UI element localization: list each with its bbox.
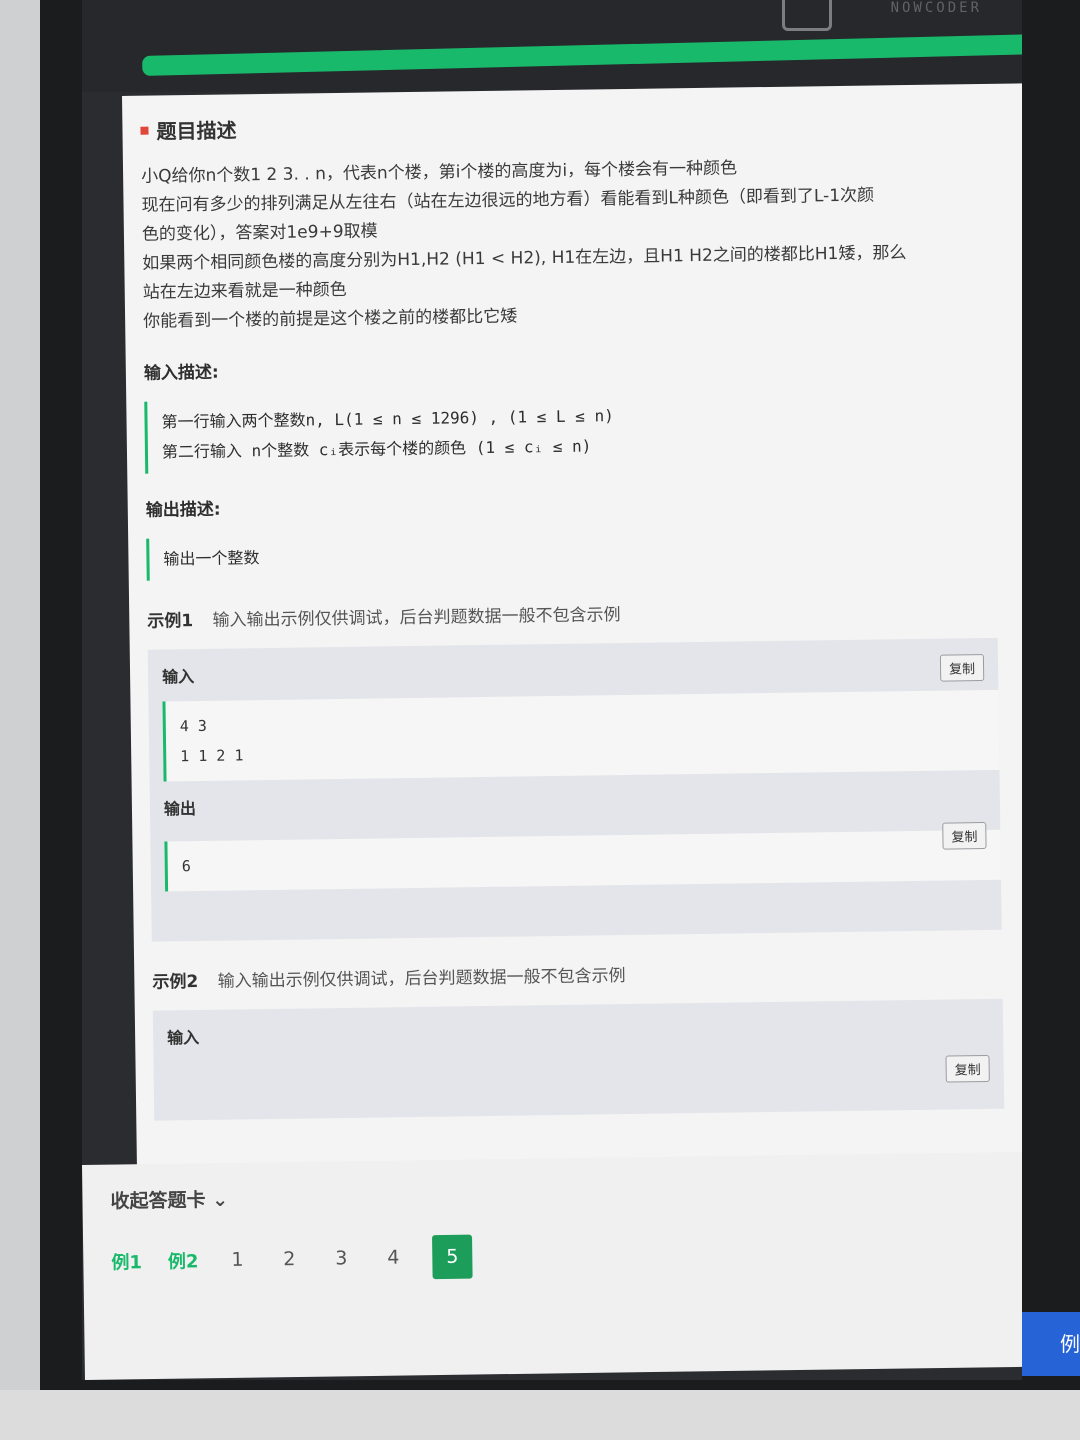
example-2-input-label: 输入 <box>167 1028 200 1048</box>
pager-tab[interactable]: 例2 <box>168 1247 199 1273</box>
section-title: 题目描述 <box>140 103 1020 144</box>
pager-page[interactable]: 4 <box>380 1246 406 1269</box>
side-action-button[interactable]: 例 <box>1022 1312 1080 1376</box>
code-line: 6 <box>181 857 191 876</box>
example-2-header: 示例2 输入输出示例仅供调试，后台判题数据一般不包含示例 <box>152 955 1022 993</box>
pager-page[interactable]: 2 <box>276 1248 302 1270</box>
input-desc: 第一行输入两个整数n, L(1 ≤ n ≤ 1296) , (1 ≤ L ≤ n… <box>144 389 1022 474</box>
background-desk <box>0 1390 1080 1440</box>
example-1-input: 4 3 1 1 2 1 <box>162 689 1000 782</box>
pager-page[interactable]: 1 <box>224 1249 250 1271</box>
answer-card: 收起答题卡 ⌄ 例1 例2 1 2 3 4 5 <box>82 1151 1022 1380</box>
panel-spacer <box>151 880 1002 942</box>
copy-button[interactable]: 复制 <box>945 1054 990 1083</box>
example-1-title: 示例1 <box>147 611 194 632</box>
copy-button[interactable]: 复制 <box>939 654 985 682</box>
example-1-note: 输入输出示例仅供调试，后台判题数据一般不包含示例 <box>212 605 621 631</box>
output-desc-label: 输出描述: <box>145 499 221 521</box>
example-2-title: 示例2 <box>152 972 199 993</box>
input-desc-label: 输入描述: <box>143 362 219 384</box>
logo-icon <box>782 0 832 31</box>
example-1-panel: 输入 复制 4 3 1 1 2 1 输出 复制 6 <box>147 637 1002 942</box>
question-pager: 例1 例2 1 2 3 4 5 <box>111 1234 473 1284</box>
pager-page-active[interactable]: 5 <box>432 1234 473 1280</box>
section-title-text: 题目描述 <box>156 118 237 144</box>
pager-page[interactable]: 3 <box>328 1247 354 1269</box>
problem-content: 题目描述 小Q给你n个数1 2 3. . n，代表n个楼，第i个楼的高度为i，每… <box>140 103 1022 1121</box>
output-desc-line: 输出一个整数 <box>163 548 260 569</box>
problem-description: 小Q给你n个数1 2 3. . n，代表n个楼，第i个楼的高度为i，每个楼会有一… <box>141 150 1022 336</box>
pager-tab[interactable]: 例1 <box>111 1248 142 1274</box>
example-2-panel: 输入 复制 <box>152 998 1005 1121</box>
example-2-note: 输入输出示例仅供调试，后台判题数据一般不包含示例 <box>217 966 626 992</box>
example-1-header: 示例1 输入输出示例仅供调试，后台判题数据一般不包含示例 <box>147 594 1022 632</box>
example-1-output-label: 输出 <box>163 799 197 819</box>
screen: NOWCODER 题目描述 小Q给你n个数1 2 3. . n，代表n个楼，第i… <box>82 0 1022 1380</box>
problem-page: 题目描述 小Q给你n个数1 2 3. . n，代表n个楼，第i个楼的高度为i，每… <box>122 82 1022 1186</box>
title-marker-icon <box>140 126 149 135</box>
site-logo: NOWCODER <box>890 0 982 16</box>
collapse-answer-card-button[interactable]: 收起答题卡 ⌄ <box>110 1185 228 1214</box>
background-wall <box>0 0 40 1440</box>
output-desc: 输出一个整数 <box>146 526 1022 581</box>
copy-button[interactable]: 复制 <box>942 822 987 850</box>
